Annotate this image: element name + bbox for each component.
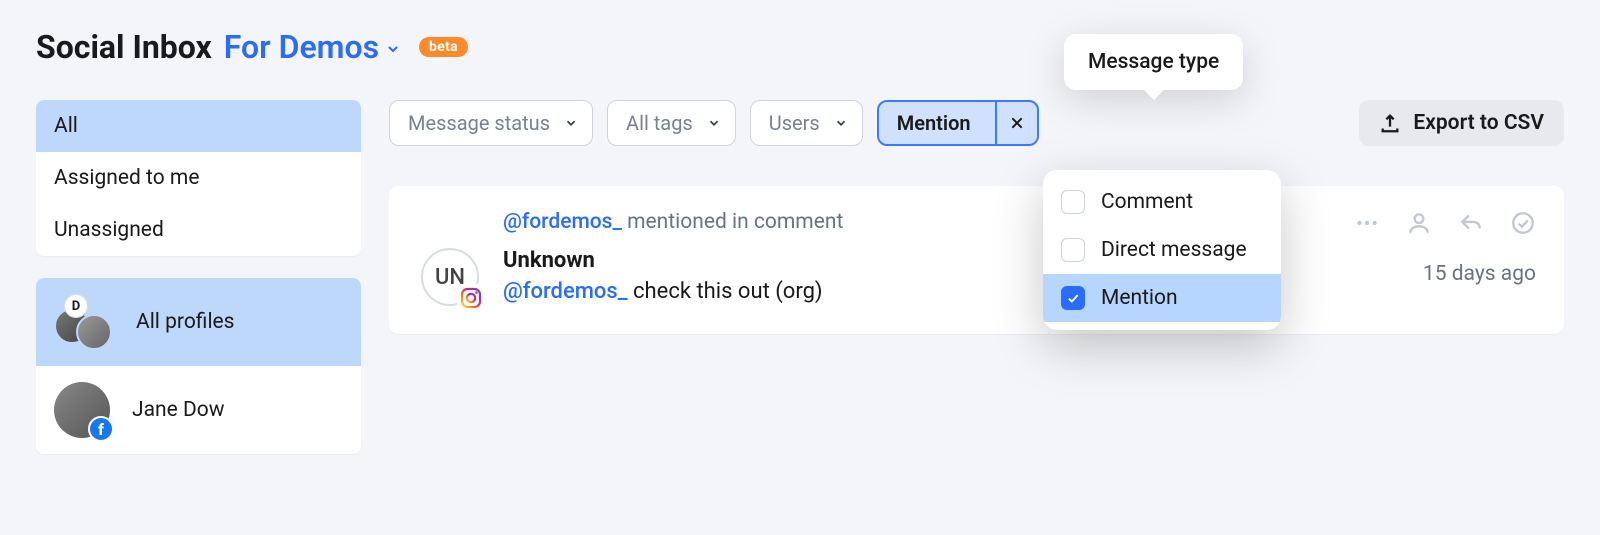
page-title: Social Inbox [36, 28, 212, 66]
chevron-down-icon [834, 116, 848, 130]
export-label: Export to CSV [1413, 111, 1544, 135]
message-actions [1354, 210, 1536, 236]
content: Message status All tags Users Mention [389, 100, 1564, 334]
message-type-dropdown: Comment Direct message Mention [1043, 170, 1281, 330]
option-label: Direct message [1101, 238, 1247, 262]
message-body-rest: check this out (org) [628, 279, 823, 304]
sidebar-profiles-panel: D All profiles f Jane Dow [36, 278, 361, 454]
workspace-name: For Demos [224, 28, 379, 66]
checkbox[interactable] [1061, 190, 1085, 214]
sidebar-item-unassigned[interactable]: Unassigned [36, 204, 361, 256]
message-card[interactable]: UN [389, 186, 1564, 334]
check-icon [1066, 291, 1080, 305]
sidebar-item-assigned[interactable]: Assigned to me [36, 152, 361, 204]
profile-label: All profiles [136, 310, 235, 334]
message-meta: 15 days ago [1326, 210, 1536, 286]
dropdown-option-comment[interactable]: Comment [1043, 178, 1281, 226]
avatar-stack: D [54, 294, 114, 350]
dropdown-option-mention[interactable]: Mention [1043, 274, 1281, 322]
more-icon[interactable] [1354, 210, 1380, 236]
filter-label: All tags [626, 111, 693, 135]
option-label: Comment [1101, 190, 1193, 214]
assign-user-icon[interactable] [1406, 210, 1432, 236]
profile-item-jane[interactable]: f Jane Dow [36, 366, 361, 454]
filter-bar: Message status All tags Users Mention [389, 100, 1564, 146]
message-avatar: UN [421, 248, 479, 306]
filter-message-type[interactable]: Mention [877, 100, 1039, 146]
checkbox[interactable] [1061, 238, 1085, 262]
filter-tags[interactable]: All tags [607, 100, 736, 146]
filter-label: Mention [897, 111, 971, 135]
mention-link[interactable]: @fordemos_ [503, 210, 622, 234]
chevron-down-icon [707, 116, 721, 130]
filter-label: Message status [408, 111, 550, 135]
beta-badge: beta [419, 37, 468, 57]
mention-link[interactable]: @fordemos_ [503, 279, 628, 304]
checkbox-checked[interactable] [1061, 286, 1085, 310]
sidebar-item-all[interactable]: All [36, 100, 361, 152]
clear-message-type[interactable] [995, 102, 1037, 144]
facebook-icon: f [88, 416, 114, 442]
filter-message-status[interactable]: Message status [389, 100, 593, 146]
profile-item-all[interactable]: D All profiles [36, 278, 361, 366]
avatar: f [54, 382, 110, 438]
option-label: Mention [1101, 286, 1178, 310]
filter-label: Users [769, 111, 820, 135]
upload-icon [1379, 112, 1401, 134]
profile-label: Jane Dow [132, 398, 225, 422]
mark-done-icon[interactable] [1510, 210, 1536, 236]
close-icon [1009, 115, 1025, 131]
avatar-badge-letter: D [64, 294, 88, 318]
filter-users[interactable]: Users [750, 100, 863, 146]
message-time: 15 days ago [1423, 262, 1536, 286]
context-suffix: mentioned in comment [622, 210, 843, 234]
main: All Assigned to me Unassigned D All prof… [0, 76, 1600, 476]
export-csv-button[interactable]: Export to CSV [1359, 100, 1564, 146]
header: Social Inbox For Demos beta [0, 0, 1600, 76]
chevron-down-icon [564, 116, 578, 130]
instagram-icon [457, 284, 485, 312]
dropdown-option-direct-message[interactable]: Direct message [1043, 226, 1281, 274]
chevron-down-icon [385, 41, 401, 57]
sidebar: All Assigned to me Unassigned D All prof… [36, 100, 361, 476]
sidebar-filter-panel: All Assigned to me Unassigned [36, 100, 361, 256]
reply-icon[interactable] [1458, 210, 1484, 236]
workspace-selector[interactable]: For Demos [224, 28, 401, 66]
message-type-tooltip: Message type [1064, 34, 1243, 90]
